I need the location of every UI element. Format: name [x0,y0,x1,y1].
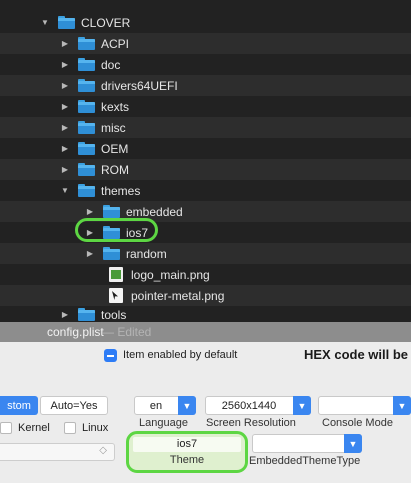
disclosure-collapsed-icon[interactable]: ▶ [60,310,70,320]
disclosure-expanded-icon[interactable]: ▼ [60,186,70,196]
item-enabled-label: Item enabled by default [123,349,238,361]
segment-auto-yes[interactable]: Auto=Yes [40,396,108,415]
folder-icon [78,100,95,113]
disclosure-collapsed-icon[interactable]: ▶ [60,144,70,154]
disclosure-collapsed-icon[interactable]: ▶ [60,60,70,70]
folder-icon [78,79,95,92]
tree-item-label: misc [101,120,126,135]
folder-icon [78,58,95,71]
theme-caption: Theme [169,454,205,466]
tree-row-themes[interactable]: ▼ themes [0,180,411,201]
tree-row-embedded[interactable]: ▶ embedded [0,201,411,222]
popup-select[interactable]: ◇ [0,443,115,461]
tree-row-oem[interactable]: ▶ OEM [0,138,411,159]
cursor-file-icon [109,288,123,303]
config-panel: Item enabled by default HEX code will be… [0,342,411,483]
tree-item-label: tools [101,307,127,322]
window-title-bar[interactable]: config.plist — Edited [0,322,411,342]
theme-field-highlight: ios7 Theme [126,431,248,473]
tree-item-label: embedded [126,204,183,219]
folder-icon [78,142,95,155]
disclosure-collapsed-icon[interactable]: ▶ [85,207,95,217]
folder-icon [78,37,95,50]
tree-item-label: logo_main.png [131,267,210,282]
hex-code-label: HEX code will be [304,347,409,362]
tree-item-label: CLOVER [81,15,131,30]
tree-row-random[interactable]: ▶ random [0,243,411,264]
language-caption: Language [139,417,188,429]
linux-label: Linux [82,422,109,434]
chevron-down-icon[interactable]: ▼ [178,396,196,415]
folder-icon [78,121,95,134]
tree-row-clover[interactable]: ▼ CLOVER [0,12,411,33]
embedded-theme-type-caption: EmbeddedThemeType [249,455,361,467]
tree-item-label: kexts [101,99,130,114]
chevron-down-icon[interactable]: ▼ [293,396,311,415]
tree-item-label: ROM [101,162,129,177]
console-mode-combo[interactable]: ▼ [318,396,411,415]
screen-resolution-caption: Screen Resolution [206,417,296,429]
disclosure-collapsed-icon[interactable]: ▶ [60,165,70,175]
tree-row-logo-main[interactable]: logo_main.png [0,264,411,285]
tree-item-label: pointer-metal.png [131,288,225,303]
disclosure-collapsed-icon[interactable]: ▶ [60,102,70,112]
kernel-checkbox[interactable]: Kernel [0,422,50,434]
tree-row-ios7[interactable]: ▶ ios7 [0,222,411,243]
disclosure-collapsed-icon[interactable]: ▶ [60,123,70,133]
disclosure-collapsed-icon[interactable]: ▶ [60,39,70,49]
tree-item-label: drivers64UEFI [101,78,178,93]
tree-row-misc[interactable]: ▶ misc [0,117,411,138]
folder-icon [78,308,95,321]
tree-item-label: ACPI [101,36,130,51]
ios7-highlight-ring [75,218,158,242]
checkbox-icon[interactable] [64,422,76,434]
tree-item-label: themes [101,183,141,198]
item-enabled-checkbox[interactable]: Item enabled by default [104,347,237,363]
console-mode-caption: Console Mode [322,417,393,429]
tree-row-rom[interactable]: ▶ ROM [0,159,411,180]
kernel-label: Kernel [18,422,50,434]
tree-item-label: doc [101,57,121,72]
folder-icon [78,163,95,176]
language-combo[interactable]: en ▼ [134,396,196,415]
chevron-down-icon[interactable]: ▼ [344,434,362,453]
language-value: en [149,400,163,412]
window-title-suffix: — Edited [102,325,152,339]
disclosure-collapsed-icon[interactable]: ▶ [60,81,70,91]
disclosure-expanded-icon[interactable]: ▼ [40,18,50,28]
linux-checkbox[interactable]: Linux [64,422,108,434]
window-title: config.plist [47,325,104,339]
screen-resolution-value: 2560x1440 [221,400,277,412]
folder-icon [103,247,120,260]
tree-row-pointer-metal[interactable]: pointer-metal.png [0,285,411,306]
folder-icon [78,184,95,197]
chevron-down-icon[interactable]: ▼ [393,396,411,415]
tree-item-label: random [126,246,167,261]
disclosure-collapsed-icon[interactable]: ▶ [85,249,95,259]
finder-tree: ▼ CLOVER ▶ ACPI ▶ doc ▶ drivers64UEFI ▶ … [0,0,411,326]
folder-icon [58,16,75,29]
screen-resolution-combo[interactable]: 2560x1440 ▼ [205,396,311,415]
checkbox-icon[interactable] [0,422,12,434]
checkbox-mixed-icon[interactable] [104,348,117,362]
tree-item-label: OEM [101,141,129,156]
tree-row-drivers64uefi[interactable]: ▶ drivers64UEFI [0,75,411,96]
theme-input[interactable]: ios7 [133,437,241,452]
embedded-theme-type-combo[interactable]: ▼ [252,434,362,453]
segment-custom[interactable]: stom [0,396,38,415]
tree-row-doc[interactable]: ▶ doc [0,54,411,75]
folder-icon [103,205,120,218]
updown-arrows-icon: ◇ [99,445,107,456]
tree-row-acpi[interactable]: ▶ ACPI [0,33,411,54]
image-file-icon [109,267,123,282]
tree-row-kexts[interactable]: ▶ kexts [0,96,411,117]
